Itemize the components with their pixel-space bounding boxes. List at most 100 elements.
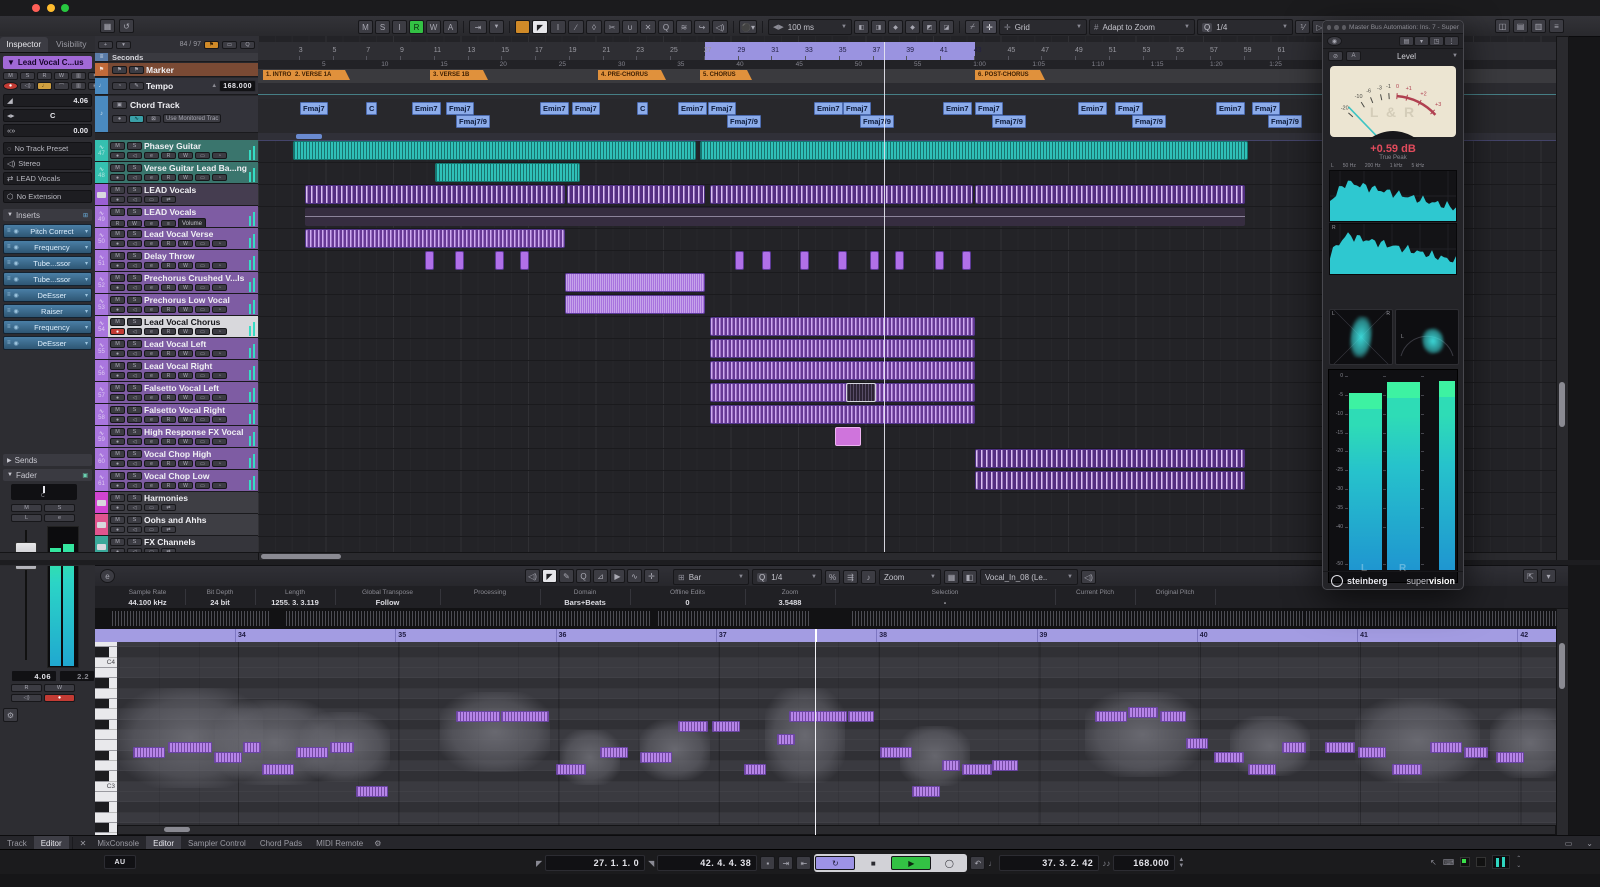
variaudio-segment[interactable] [848,711,874,722]
quantize-preset-dropdown[interactable]: Q1/4▼ [1197,19,1293,35]
insert-edit-icon[interactable]: ◉ [14,244,19,251]
track-row-oohs-and-ahhs[interactable]: MSOohs and Ahhs●◁▭⇄ [95,514,258,536]
track-filter-icon[interactable]: ⚑ [204,41,219,49]
track-record-button[interactable]: ● [110,482,125,489]
audio-event[interactable] [838,251,847,270]
variaudio-segment[interactable] [600,747,628,758]
tab-visibility[interactable]: Visibility [48,37,96,52]
plugin-window-titlebar[interactable]: Master Bus Automation: Ins. 7 - Supervis… [1323,21,1463,34]
track-row-lead-vocal-right[interactable]: ∿56MSLead Vocal Right●◁eRW▭◔ [95,360,258,382]
track-solo-button[interactable]: S [127,538,142,546]
transport-expand-icon[interactable]: ⌃⌄ [1516,855,1521,869]
track-record-button[interactable]: ● [110,416,125,423]
lock-punch-icon[interactable]: ▪ [760,856,775,870]
autoscroll-icon[interactable]: ⇥ [469,20,487,34]
open-pool-icon[interactable]: ▤ [1513,19,1528,33]
track-lane-button[interactable]: ▭ [195,328,210,335]
chord-event[interactable]: Fmaj7 [300,102,328,115]
volume-slider[interactable]: ◢4.06 [3,94,92,107]
variaudio-segment[interactable] [992,760,1018,771]
track-record-button[interactable]: ● [110,328,125,335]
draw-tool-icon[interactable]: ∕ [568,20,584,34]
editor-zoom-dropdown[interactable]: Zoom▼ [879,569,941,585]
range-tool-icon[interactable]: I [550,20,566,34]
track-mute-button[interactable]: M [110,472,125,480]
use-monitored-tracks-button[interactable]: Use Monitored Trac [163,114,221,123]
variaudio-segment[interactable] [1464,747,1488,758]
piano-key[interactable] [95,678,109,688]
plugin-close-icon[interactable] [1327,25,1331,30]
track-read-button[interactable]: R [161,284,176,291]
track-freeze-button[interactable]: ◔ [212,350,227,357]
chord-event[interactable]: Fmaj7 [1252,102,1280,115]
track-read-button[interactable]: R [161,460,176,467]
marker-4-pre-chorus[interactable]: 4. PRE-CHORUS [598,70,666,80]
track-edit-button[interactable]: e [144,306,159,313]
variaudio-editor[interactable]: C4C3 [95,642,1556,835]
audio-event[interactable] [425,251,434,270]
fader-section-header[interactable]: ▼Fader▣ [3,469,92,481]
nudge-left-icon[interactable]: ◆ [888,20,903,34]
track-write-button[interactable]: W [178,262,193,269]
track-solo-button[interactable]: S [127,384,142,392]
track-mute-button[interactable]: M [110,230,125,238]
track-edit-button[interactable]: e [144,438,159,445]
track-row-vocal-chop-low[interactable]: ∿61MSVocal Chop Low●◁eRW▭◔ [95,470,258,492]
chord-event[interactable]: Fmaj7/9 [1268,115,1302,128]
track-mute-button[interactable]: M [110,274,125,282]
insert-edit-icon[interactable]: ◉ [14,276,19,283]
left-locator-value[interactable]: 27. 1. 1. 0 [545,855,645,871]
track-display-icon[interactable]: ▭ [222,41,237,49]
use-track-preset-icon[interactable]: ▾ [116,41,131,49]
editor-snap-icon[interactable]: ✛ [644,569,659,583]
info-value-3[interactable]: Follow [335,598,440,607]
delay-slider[interactable]: «»0.00 [3,124,92,137]
variaudio-segment[interactable] [744,764,766,775]
tempo-activate-icon[interactable]: ◔ [112,82,127,90]
variaudio-segment[interactable] [456,711,500,722]
track-write-button[interactable]: W [178,174,193,181]
track-edit-button[interactable]: e [144,460,159,467]
track-monitor-button[interactable]: ◁ [127,262,142,269]
track-row-lead-vocals[interactable]: MSLEAD Vocals●◁▭⇄ [95,184,258,206]
snap-off-icon[interactable]: ⌿ [965,20,980,34]
toolbar-options-icon[interactable]: ≡ [1549,19,1564,33]
nudge-start-right-icon[interactable]: ◨ [871,20,886,34]
tab-mixconsole[interactable]: MixConsole [90,836,146,850]
track-freeze-button[interactable]: ◔ [212,306,227,313]
monitor-button[interactable]: ◁) [11,694,42,702]
track-read-button[interactable]: R [161,328,176,335]
audio-event[interactable] [800,251,809,270]
preset-browser-icon[interactable]: ▤ [1399,36,1414,46]
project-playhead[interactable] [884,42,885,552]
info-value-0[interactable]: 44.100 kHz [110,598,185,607]
audio-event[interactable] [975,185,1245,204]
audio-event[interactable] [870,251,879,270]
sends-section-header[interactable]: ▶Sends [3,454,92,466]
track-row-lead-vocal-chorus[interactable]: ∿54MSLead Vocal Chorus●◁eRW▭◔ [95,316,258,338]
track-edit-button[interactable]: e [144,240,159,247]
marker-5-chorus[interactable]: 5. CHORUS [700,70,752,80]
listen-button[interactable]: L [11,514,42,522]
piano-key[interactable] [95,709,117,719]
insert-edit-icon[interactable]: ◉ [14,292,19,299]
track-monitor-button[interactable]: ◁ [127,460,142,467]
plugin-minimize-icon[interactable] [1334,25,1338,30]
editor-ruler[interactable]: 343536373839404142 [95,629,1556,642]
variaudio-segment[interactable] [214,752,242,763]
tempo-value[interactable]: 168.000 [219,80,256,92]
nudge-right-icon[interactable]: ◆ [905,20,920,34]
track-record-button[interactable]: ● [110,262,125,269]
inspector-write-button[interactable]: W [54,72,69,80]
variaudio-segment[interactable] [880,747,912,758]
variaudio-segment[interactable] [1186,738,1208,749]
track-write-button[interactable]: W [178,438,193,445]
variaudio-segment[interactable] [1095,711,1127,722]
editor-quantize-dropdown[interactable]: Q1/4▼ [752,569,822,585]
track-record-button[interactable]: ● [110,372,125,379]
chord-voicing-icon[interactable]: ⊠ [146,115,161,123]
editor-hscrollbar[interactable] [117,825,1556,835]
chord-event[interactable]: Emin7 [1216,102,1245,115]
audio-event[interactable] [565,295,705,314]
read-automation-button[interactable]: R [11,684,42,692]
